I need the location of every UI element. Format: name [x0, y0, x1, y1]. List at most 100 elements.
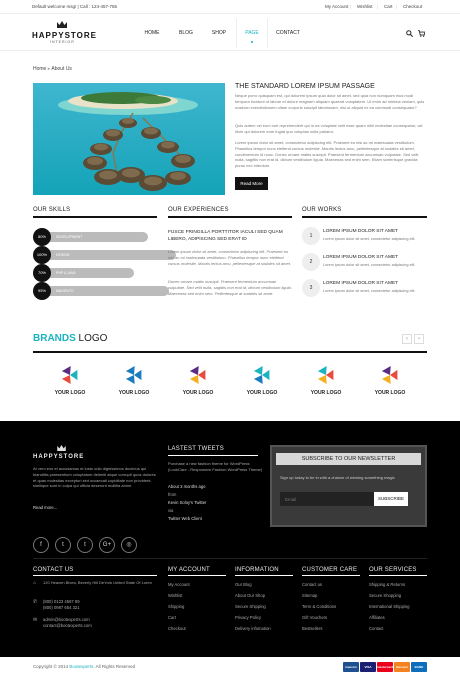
top-link-wishlist[interactable]: Wishlist [357, 4, 373, 9]
contact-underline [33, 575, 157, 576]
newsletter-email-input[interactable] [280, 492, 374, 506]
footer-column-underline [235, 575, 293, 576]
brand-logo[interactable]: YOUR LOGO [176, 365, 220, 401]
nav-page[interactable]: PAGE [236, 18, 268, 48]
footer-link[interactable]: Our Blog [235, 582, 252, 587]
footer-link[interactable]: Cart [168, 615, 176, 620]
tweet-client[interactable]: Twitter Web Client [168, 516, 202, 521]
footer-link[interactable]: Checkout [168, 626, 186, 631]
map-pin-icon: ⌂ [33, 580, 37, 586]
carousel-next-button[interactable]: › [414, 334, 424, 344]
brand-logo[interactable]: YOUR LOGO [112, 365, 156, 401]
brand-logo-icon [189, 366, 206, 384]
experiences-heading: FUSCE FRINGILLA PORTTITOR IACULI SED QUA… [168, 230, 283, 242]
tweet-author[interactable]: Kevin Soloy's Twitter [168, 500, 206, 505]
contact-email-1[interactable]: admin@bootexperts.com [43, 617, 90, 622]
nav-home[interactable]: HOME [136, 18, 168, 48]
nav-shop[interactable]: SHOP [203, 18, 235, 48]
about-title: THE STANDARD LOREM IPSUM PASSAGE [235, 83, 375, 90]
twitter-icon[interactable]: t [55, 537, 71, 553]
top-link-my-account[interactable]: My Account [325, 4, 348, 9]
footer-column-title: CUSTOMER CARE [302, 567, 358, 573]
crown-icon [57, 21, 67, 28]
newsletter-title: SUBSCRIBE TO OUR NEWSLETTER [276, 453, 421, 465]
footer-link[interactable]: Delivery infomation [235, 626, 271, 631]
contact-title: CONTACT US [33, 567, 74, 573]
footer-column-title: INFORMATION [235, 567, 279, 573]
footer-link[interactable]: International Shipping [369, 604, 410, 609]
brand-logo[interactable]: YOUR LOGO [304, 365, 348, 401]
brand-logo-icon [125, 366, 142, 384]
payment-maestro-icon: maestro [343, 662, 359, 672]
footer-link[interactable]: Bestsellers [302, 626, 322, 631]
tumblr-icon[interactable]: t [77, 537, 93, 553]
skill-percent: 70% [33, 264, 51, 282]
tweets-underline [168, 455, 258, 456]
crown-icon [57, 445, 66, 451]
brand-logo[interactable]: YOUR LOGO [240, 365, 284, 401]
footer-link[interactable]: Contact [369, 626, 383, 631]
divider: | [377, 4, 379, 9]
footer-link[interactable]: Shipping & Returns [369, 582, 405, 587]
works-title: OUR WORKS [302, 207, 342, 213]
brand-logo[interactable]: YOUR LOGO [48, 365, 92, 401]
subscribe-button[interactable]: SUBSCRIBE [374, 492, 408, 506]
payment-bank-icon: BANK [411, 662, 427, 672]
footer-link[interactable]: Gift Vouchers [302, 615, 327, 620]
work-title[interactable]: LOREM IPSUM DOLOR SIT AMET [323, 255, 398, 260]
tweet-time[interactable]: About 3 months ago [168, 484, 205, 489]
footer-link[interactable]: Wishlist [168, 593, 182, 598]
experiences-paragraph-2: Donec ornare mattis suscipit. Praesent f… [168, 279, 292, 296]
work-number: 1 [302, 227, 320, 245]
footer-about-text: At vero eos et accusamus et iusto odio d… [33, 466, 156, 489]
skill-bar: DESIGN [36, 250, 176, 260]
copyright-prefix: Copyright © 2014 [33, 664, 70, 669]
copyright-brand[interactable]: Bootexperts [69, 664, 93, 669]
payment-mastercard-icon: mastercard [377, 662, 393, 672]
footer-link[interactable]: Contact us [302, 582, 322, 587]
brand-logo-icon [381, 366, 398, 384]
nav-contact[interactable]: CONTACT [270, 18, 306, 48]
top-link-cart[interactable]: Cart [384, 4, 393, 9]
search-icon[interactable] [406, 30, 413, 37]
brand-logo-label: YOUR LOGO [182, 390, 214, 396]
work-title[interactable]: LOREM IPSUM DOLOR SIT AMET [323, 229, 398, 234]
nav-blog[interactable]: BLOG [170, 18, 202, 48]
contact-address: 120 Heaven Blvea, Beverly Hill DeYork Un… [43, 580, 152, 585]
tweet-text: Purchase a new fashion theme for WordPre… [168, 461, 263, 472]
top-link-checkout[interactable]: Checkout [403, 4, 422, 9]
footer-link[interactable]: My Account [168, 582, 190, 587]
contact-email-2[interactable]: contact@bootexperts.com [43, 623, 92, 628]
experiences-title: OUR EXPERIENCES [168, 207, 229, 213]
tweet-from: from [168, 492, 177, 497]
footer-read-more[interactable]: Read more... [33, 505, 57, 510]
footer-link[interactable]: Secure Shopping [369, 593, 401, 598]
contact-phone-1: (800) 0123 4567 89 [43, 599, 80, 604]
footer-link[interactable]: Shipping [168, 604, 184, 609]
dribbble-icon[interactable]: ◎ [121, 537, 137, 553]
logo-name[interactable]: HAPPYSTORE [32, 31, 97, 40]
footer-column-underline [168, 575, 226, 576]
about-paragraph-2: Quis autem vel eum iure reprehenderit qu… [235, 123, 423, 134]
footer-link[interactable]: Term & Conditions [302, 604, 336, 609]
breadcrumb-home[interactable]: Home [33, 66, 46, 72]
read-more-button[interactable]: Read More [235, 177, 268, 190]
payment-visa-icon: VISA [360, 662, 376, 672]
brand-logo[interactable]: YOUR LOGO [368, 365, 412, 401]
footer-link[interactable]: Sitemap [302, 593, 317, 598]
facebook-icon[interactable]: f [33, 537, 49, 553]
footer-link[interactable]: About Our Shop [235, 593, 265, 598]
cart-icon[interactable] [418, 30, 425, 37]
footer-logo[interactable]: HAPPYSTORE [33, 454, 84, 460]
brands-title-accent: BRANDS [33, 333, 76, 344]
footer-link[interactable]: Privacy Policy [235, 615, 261, 620]
footer-link[interactable]: Secure Shipping [235, 604, 266, 609]
work-title[interactable]: LOREM IPSUM DOLOR SIT AMET [323, 281, 398, 286]
google-plus-icon[interactable]: G+ [99, 537, 115, 553]
copyright-suffix: . All Rights Reserved [93, 664, 136, 669]
works-underline [302, 216, 427, 218]
brand-logo-icon [317, 366, 334, 384]
footer-link[interactable]: Affiliates [369, 615, 385, 620]
carousel-prev-button[interactable]: ‹ [402, 334, 412, 344]
brand-logo-label: YOUR LOGO [118, 390, 150, 396]
